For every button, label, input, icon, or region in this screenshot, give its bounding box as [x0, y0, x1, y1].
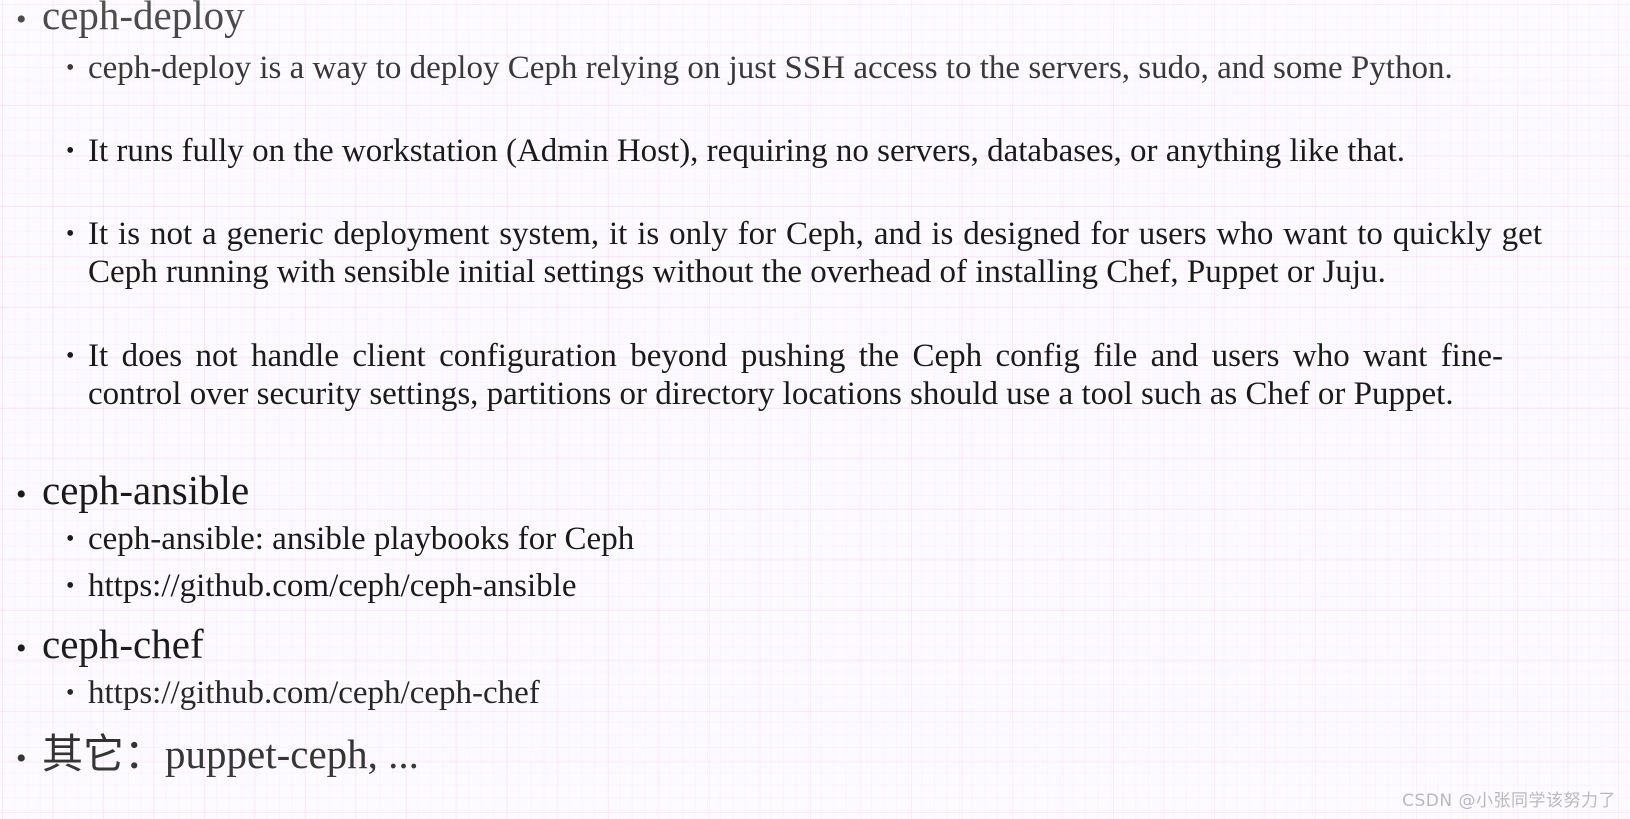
bullet-dot-icon: • — [66, 573, 75, 599]
bullet-dot-icon: • — [66, 680, 75, 706]
outline-item-label: It does not handle client configuration … — [88, 338, 1503, 412]
outline-item-label: https://github.com/ceph/ceph-ansible — [88, 568, 577, 604]
outline-item-label: It runs fully on the workstation (Admin … — [88, 133, 1405, 169]
outline-item-level2: • ceph-ansible: ansible playbooks for Ce… — [66, 521, 1622, 559]
bullet-dot-icon: • — [66, 343, 75, 369]
bullet-dot-icon: • — [16, 632, 27, 665]
outline-item-level2: • It runs fully on the workstation (Admi… — [66, 133, 1622, 171]
outline-item-link[interactable]: • https://github.com/ceph/ceph-chef — [66, 675, 1622, 713]
bullet-dot-icon: • — [16, 478, 27, 511]
outline-item-level1: • ceph-deploy — [16, 0, 245, 43]
outline-item-label: ceph-chef — [42, 621, 204, 667]
outline-item-label: It is not a generic deployment system, i… — [88, 216, 1542, 290]
outline-item-link[interactable]: • https://github.com/ceph/ceph-ansible — [66, 568, 1622, 606]
bullet-dot-icon: • — [66, 221, 75, 247]
outline-item-level1: • 其它：puppet-ceph, ... — [16, 731, 419, 782]
outline-item-level2: • ceph-deploy is a way to deploy Ceph re… — [66, 50, 1622, 88]
outline-item-level1: • ceph-ansible — [16, 467, 249, 518]
outline-item-level2: • It does not handle client configuratio… — [66, 338, 1622, 413]
slide-canvas: • ceph-deploy • ceph-deploy is a way to … — [0, 0, 1630, 819]
outline-item-label: ceph-ansible: ansible playbooks for Ceph — [88, 521, 635, 557]
outline-item-label: ceph-ansible — [42, 467, 250, 513]
outline-item-label: 其它：puppet-ceph, ... — [42, 731, 419, 777]
outline-item-level2: • It is not a generic deployment system,… — [66, 216, 1622, 291]
outline-item-label: https://github.com/ceph/ceph-chef — [88, 675, 540, 711]
outline-item-label: ceph-deploy — [42, 0, 245, 38]
bullet-dot-icon: • — [66, 526, 75, 552]
outline-item-level1: • ceph-chef — [16, 621, 204, 672]
bullet-dot-icon: • — [16, 742, 27, 775]
csdn-watermark: CSDN @小张同学该努力了 — [1402, 791, 1616, 811]
bullet-dot-icon: • — [66, 138, 75, 164]
bullet-dot-icon: • — [16, 3, 27, 36]
bullet-dot-icon: • — [66, 55, 75, 81]
outline-item-label: ceph-deploy is a way to deploy Ceph rely… — [88, 50, 1453, 86]
